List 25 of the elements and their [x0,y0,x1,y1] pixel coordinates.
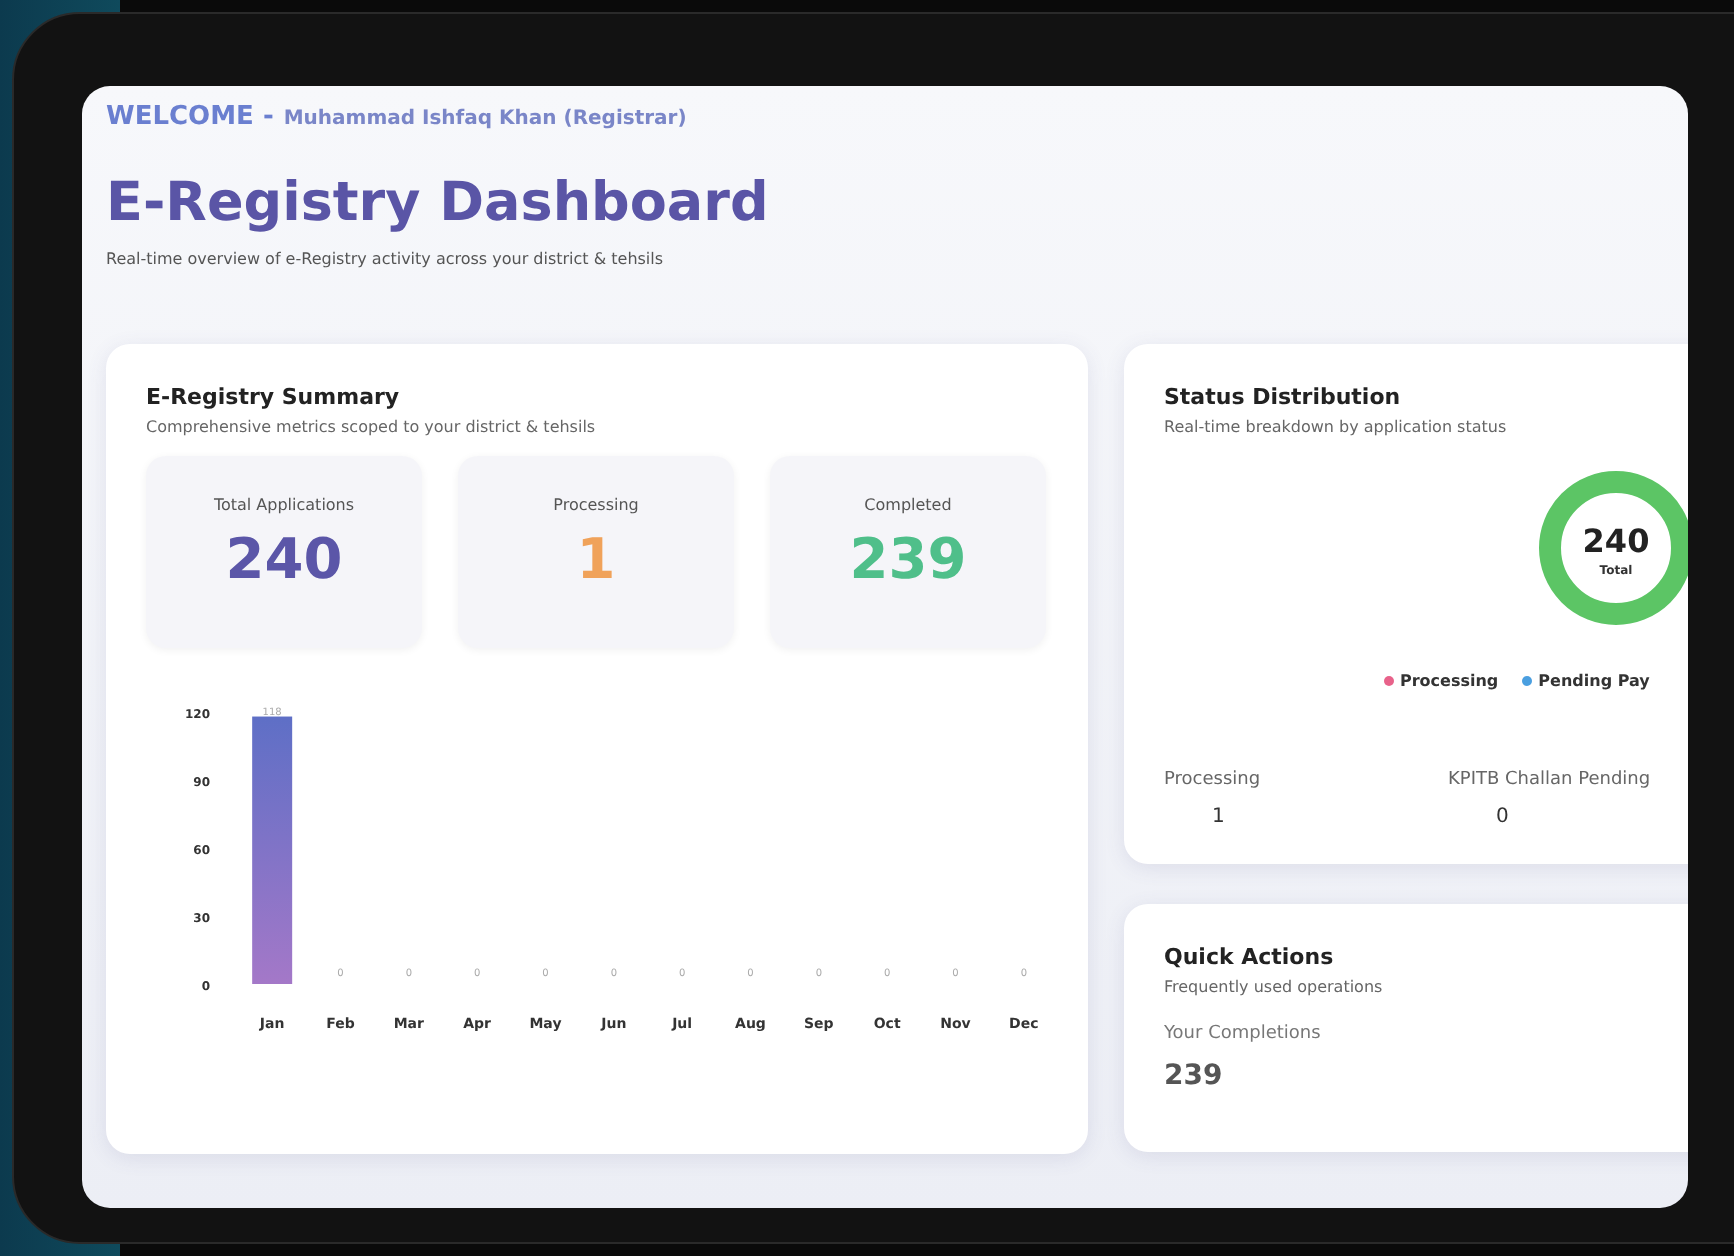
stat-value: 1 [1212,806,1225,828]
user-name: Muhammad Ishfaq Khan (Registrar) [283,108,687,130]
card-title: Status Distribution [1164,384,1403,410]
welcome-label: WELCOME - [106,102,274,132]
page-title: E-Registry Dashboard [106,172,771,234]
metric-value: 240 [225,526,343,592]
card-subtitle: Comprehensive metrics scoped to your district & tehsils [146,418,598,436]
metric-value: 1 [576,526,616,592]
stat-label: KPITB Challan Pending [1448,770,1651,790]
card-subtitle: Real-time breakdown by application status [1164,418,1509,436]
stat-label: Processing [1164,770,1261,790]
metric-label: Completed [864,496,952,514]
page-subtitle: Real-time overview of e-Registry activity across your district & tehsils [106,250,666,268]
donut-total: 240 [1582,522,1650,560]
stat-value: 0 [1496,806,1509,828]
metric-value: 239 [849,526,967,592]
metric-label: Total Applications [213,496,355,514]
metric-label: Processing [553,496,639,514]
card-subtitle: Frequently used operations [1164,978,1385,996]
card-title: Quick Actions [1164,944,1336,970]
card-title: E-Registry Summary [146,384,402,410]
legend-label: Processing [1400,672,1499,690]
completions-value: 239 [1164,1060,1225,1096]
legend-label: Pending Pay [1538,672,1650,690]
completions-label: Your Completions [1164,1024,1323,1044]
